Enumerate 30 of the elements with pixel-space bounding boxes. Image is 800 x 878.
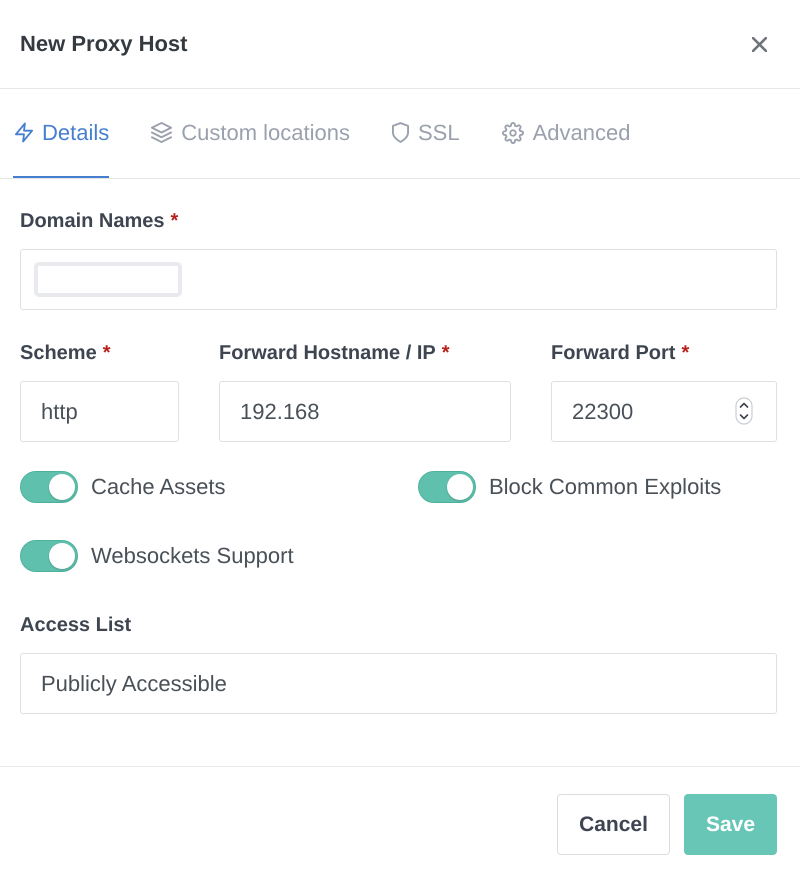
tab[interactable]: Details [13,89,110,178]
port-field[interactable]: 22300 [551,381,777,442]
field-label: Scheme [20,341,97,366]
access-list-field[interactable]: Publicly Accessible [20,653,777,714]
field-label: Domain Names [20,209,164,234]
field-label: Forward Hostname / IP [219,341,436,366]
domain-names-field[interactable] [20,249,777,310]
cancel-button[interactable]: Cancel [557,794,670,855]
shield-icon [392,122,409,143]
layers-icon [151,122,172,143]
required-mark: * [170,209,178,234]
lightning-icon [15,122,33,143]
required-mark: * [102,341,111,366]
hostname-field[interactable]: 192.168 [219,381,511,442]
required-mark: * [681,341,690,366]
field-label: Access List [20,613,132,638]
field-label: Forward Port [551,341,676,366]
close-button[interactable] [752,36,767,52]
toggle-label: Websockets Support [91,543,294,569]
close-icon [752,36,767,52]
scheme-field[interactable]: http [20,381,179,442]
required-mark: * [442,341,450,366]
toggle-switch[interactable] [20,471,78,503]
spinner-icon[interactable] [735,397,753,425]
gear-icon [502,122,524,144]
toggle-switch[interactable] [20,540,78,572]
dialog-title: New Proxy Host [20,31,188,57]
toggle-label: Cache Assets [91,474,226,500]
toggle-label: Block Common Exploits [489,474,722,500]
toggle-switch[interactable] [418,471,476,503]
